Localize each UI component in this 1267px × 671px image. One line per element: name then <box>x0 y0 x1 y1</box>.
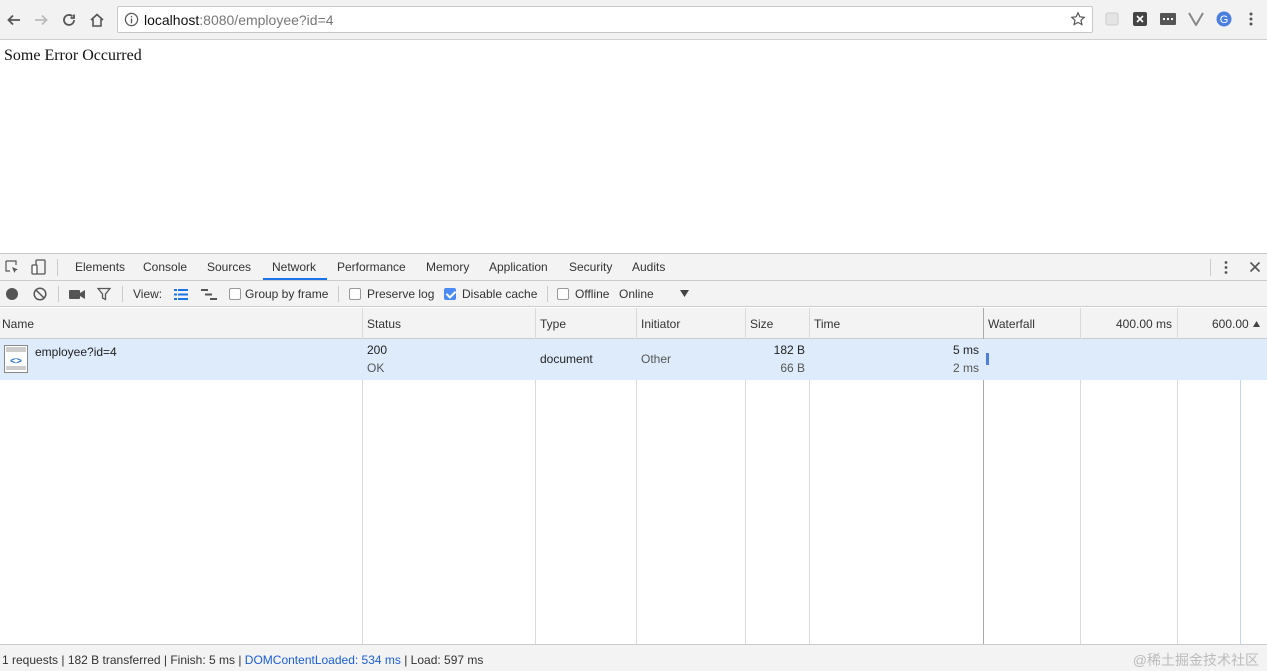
waterfall-tick-label: 400.00 ms <box>1116 317 1173 331</box>
column-header-status[interactable]: Status <box>367 317 401 331</box>
tab-performance[interactable]: Performance <box>337 260 406 274</box>
clear-icon[interactable] <box>33 287 47 301</box>
toolbar-divider-4 <box>547 286 548 302</box>
request-content-size: 66 B <box>780 361 805 375</box>
url-text: localhost:8080/employee?id=4 <box>144 12 334 28</box>
preserve-log-label: Preserve log <box>367 287 435 301</box>
devtools-panel: Elements Console Sources Network Perform… <box>0 253 1267 671</box>
view-label: View: <box>133 287 163 301</box>
request-status-text: OK <box>367 361 385 375</box>
reload-icon <box>63 14 75 26</box>
error-message: Some Error Occurred <box>4 47 142 64</box>
summary-suffix: | Load: 597 ms <box>400 653 484 667</box>
toolbar-divider-3 <box>338 286 339 302</box>
toolbar-divider-2 <box>122 286 123 302</box>
column-header-initiator[interactable]: Initiator <box>641 317 680 331</box>
back-arrow-icon <box>7 14 20 26</box>
extension-blank-icon[interactable] <box>1104 11 1120 27</box>
extension-g-icon[interactable]: G <box>1216 11 1232 27</box>
request-latency: 2 ms <box>952 361 979 375</box>
forward-button[interactable] <box>30 9 52 31</box>
browser-menu-icon[interactable] <box>1243 11 1259 27</box>
column-header-waterfall[interactable]: Waterfall <box>988 317 1035 331</box>
column-header-type[interactable]: Type <box>540 317 566 331</box>
network-request-table: Name Status Type Initiator Size Time Wat… <box>0 308 1267 644</box>
tab-application[interactable]: Application <box>489 260 548 274</box>
bookmark-star-icon[interactable] <box>1070 11 1086 30</box>
home-icon <box>90 13 104 27</box>
extension-vue-icon[interactable] <box>1188 11 1204 27</box>
waterfall-bar[interactable] <box>986 353 989 365</box>
dom-content-loaded: DOMContentLoaded: 534 ms <box>244 653 401 667</box>
watermark: @稀土掘金技术社区 <box>1132 652 1259 668</box>
home-button[interactable] <box>86 9 108 31</box>
tab-sources[interactable]: Sources <box>207 260 251 274</box>
column-header-name[interactable]: Name <box>2 317 34 331</box>
url-host: localhost <box>144 12 200 28</box>
request-time: 5 ms <box>952 343 979 357</box>
request-type: document <box>540 352 593 366</box>
tab-network[interactable]: Network <box>272 260 316 274</box>
devtools-tabbar: Elements Console Sources Network Perform… <box>0 254 1267 281</box>
column-header-time[interactable]: Time <box>814 317 840 331</box>
tabbar-right-divider <box>1210 259 1211 276</box>
table-header: Name Status Type Initiator Size Time Wat… <box>0 308 1267 339</box>
tab-security[interactable]: Security <box>569 260 612 274</box>
forward-arrow-icon <box>35 14 48 26</box>
summary-prefix: 1 requests | 182 B transferred | Finish:… <box>2 653 245 667</box>
record-icon[interactable] <box>5 287 19 301</box>
document-file-icon: <> <box>4 345 28 373</box>
network-summary-bar: 1 requests | 182 B transferred | Finish:… <box>0 644 1267 671</box>
devtools-menu-icon[interactable] <box>1224 260 1228 275</box>
request-status-code: 200 <box>367 343 388 357</box>
extension-x-icon[interactable] <box>1132 11 1148 27</box>
tab-audits[interactable]: Audits <box>632 260 665 274</box>
browser-toolbar: localhost:8080/employee?id=4 G <box>0 0 1267 40</box>
offline-label: Offline <box>575 287 610 301</box>
load-event-line <box>1240 339 1241 644</box>
tab-console[interactable]: Console <box>143 260 187 274</box>
disable-cache-checkbox[interactable] <box>444 288 456 300</box>
chevron-down-icon[interactable] <box>680 290 689 297</box>
url-path: :8080/employee?id=4 <box>199 12 334 28</box>
tab-memory[interactable]: Memory <box>426 260 469 274</box>
request-name[interactable]: employee?id=4 <box>35 345 117 359</box>
tabbar-divider <box>57 259 58 276</box>
page-viewport: Some Error Occurred <box>0 41 1267 253</box>
summary-text: 1 requests | 182 B transferred | Finish:… <box>2 653 483 667</box>
extension-dots-icon[interactable] <box>1160 11 1176 27</box>
request-initiator: Other <box>641 352 672 366</box>
address-bar[interactable]: localhost:8080/employee?id=4 <box>117 6 1093 33</box>
throttling-select[interactable]: Online <box>619 287 654 301</box>
large-rows-icon[interactable] <box>174 289 188 300</box>
reload-button[interactable] <box>58 9 80 31</box>
back-button[interactable] <box>3 9 25 31</box>
inspect-element-icon[interactable] <box>5 260 20 275</box>
table-row[interactable]: <> employee?id=4 200 OK document Other 1… <box>0 339 1267 380</box>
preserve-log-checkbox[interactable] <box>349 288 361 300</box>
svg-text:G: G <box>1220 14 1229 26</box>
device-toolbar-icon[interactable] <box>31 259 47 275</box>
tab-elements[interactable]: Elements <box>75 260 125 274</box>
info-icon[interactable] <box>124 12 139 30</box>
disable-cache-label: Disable cache <box>462 287 538 301</box>
filter-icon[interactable] <box>97 287 111 301</box>
active-tab-indicator <box>263 278 327 280</box>
group-by-frame-label: Group by frame <box>245 287 329 301</box>
request-size: 182 B <box>773 343 805 357</box>
toolbar-divider <box>58 286 59 302</box>
sort-ascending-icon <box>1253 321 1260 327</box>
close-devtools-icon[interactable] <box>1249 261 1261 273</box>
screenshot-camera-icon[interactable] <box>69 288 85 300</box>
group-by-frame-checkbox[interactable] <box>229 288 241 300</box>
network-toolbar: View: Group by frame Preserve log Disabl… <box>0 281 1267 307</box>
waterfall-tick-label: 600.00 <box>1212 317 1249 331</box>
column-header-size[interactable]: Size <box>750 317 773 331</box>
offline-checkbox[interactable] <box>557 288 569 300</box>
overview-waterfall-icon[interactable] <box>201 289 217 300</box>
